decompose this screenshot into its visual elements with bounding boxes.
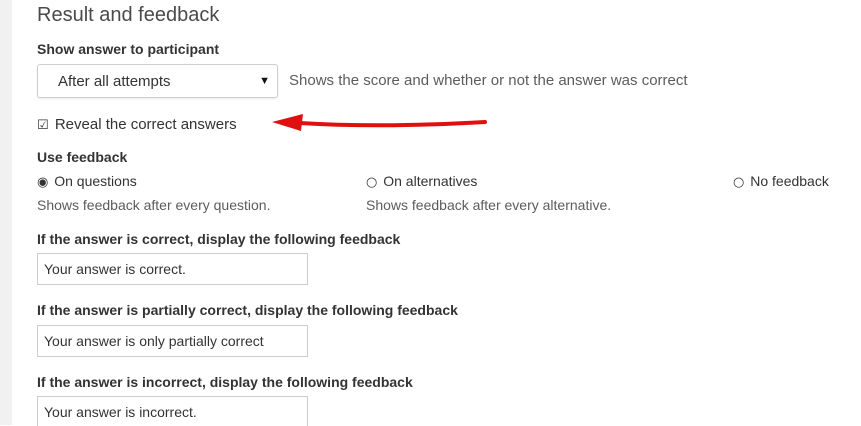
partial-feedback-value: Your answer is only partially correct [44,333,264,349]
radio-no-feedback[interactable]: ○ No feedback [733,173,829,190]
correct-feedback-label: If the answer is correct, display the fo… [37,231,401,247]
correct-feedback-input[interactable]: Your answer is correct. [37,253,308,285]
show-answer-help: Shows the score and whether or not the a… [289,72,688,89]
use-feedback-label: Use feedback [37,149,128,165]
radio-unselected-icon: ○ [733,175,745,190]
on-alternatives-description: Shows feedback after every alternative. [366,197,612,213]
show-answer-selected-value: After all attempts [58,73,171,90]
radio-selected-icon: ◉ [37,175,49,190]
correct-feedback-value: Your answer is correct. [44,261,186,277]
radio-on-alternatives-label: On alternatives [383,173,478,189]
radio-unselected-icon: ○ [366,175,378,190]
on-questions-description: Shows feedback after every question. [37,197,271,213]
annotation-arrow-icon [272,114,487,131]
left-border [0,0,12,425]
reveal-answers-label: Reveal the correct answers [54,116,237,133]
incorrect-feedback-value: Your answer is incorrect. [44,404,197,420]
radio-on-alternatives[interactable]: ○ On alternatives [366,173,477,190]
radio-on-questions[interactable]: ◉ On questions [37,173,137,190]
show-answer-label: Show answer to participant [37,41,220,57]
dropdown-caret-icon: ▼ [259,75,270,87]
radio-on-questions-label: On questions [54,173,137,189]
checkbox-checked-icon: ☑ [37,118,49,133]
radio-no-feedback-label: No feedback [750,173,829,189]
partial-feedback-input[interactable]: Your answer is only partially correct [37,325,308,357]
incorrect-feedback-label: If the answer is incorrect, display the … [37,374,413,390]
partial-feedback-label: If the answer is partially correct, disp… [37,302,458,318]
reveal-answers-checkbox[interactable]: ☑ Reveal the correct answers [37,116,237,133]
show-answer-select[interactable]: After all attempts ▼ [37,64,278,98]
incorrect-feedback-input[interactable]: Your answer is incorrect. [37,396,308,426]
section-title: Result and feedback [37,4,220,26]
